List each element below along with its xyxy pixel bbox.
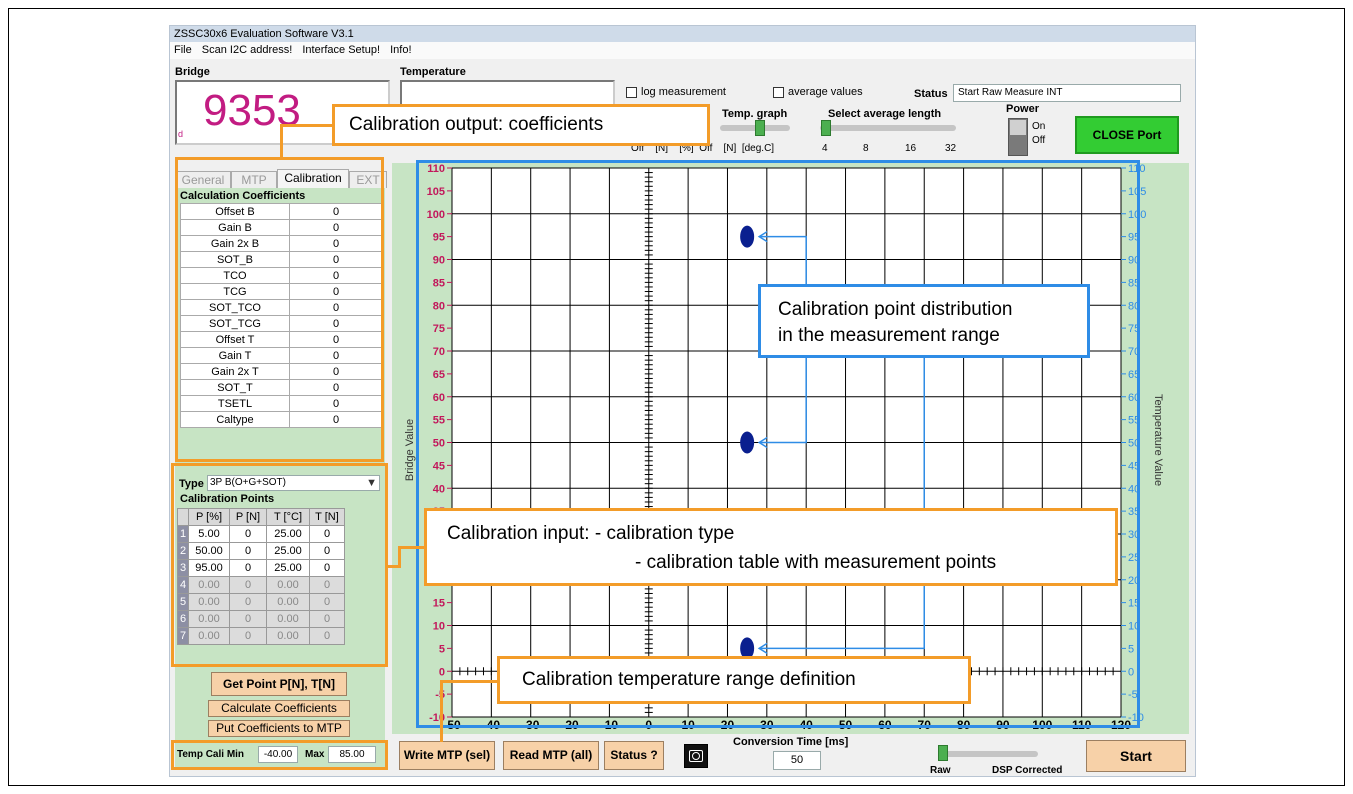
average-values-label: average values	[788, 86, 863, 98]
log-measurement-option[interactable]: log measurement	[626, 86, 726, 98]
callout-distribution-line2: in the measurement range	[778, 325, 1000, 346]
avg-tick-4: 4	[822, 143, 828, 154]
callout-temp-range: Calibration temperature range definition	[497, 656, 971, 704]
avg-tick-16: 16	[905, 143, 917, 154]
connector-temp-h	[440, 680, 500, 683]
avg-tick-32: 32	[945, 143, 957, 154]
connector-input-h2	[398, 546, 424, 549]
callout-input: Calibration input: - calibration type - …	[424, 508, 1118, 586]
camera-icon[interactable]	[684, 744, 708, 768]
average-values-option[interactable]: average values	[773, 86, 863, 98]
get-point-button[interactable]: Get Point P[N], T[N]	[211, 672, 347, 696]
tick-degc: [deg.C]	[741, 143, 775, 154]
calculate-coefficients-button[interactable]: Calculate Coefficients	[208, 700, 350, 717]
tick-n-2: [N]	[723, 143, 737, 154]
log-measurement-checkbox[interactable]	[626, 86, 637, 98]
temperature-label: Temperature	[400, 66, 466, 78]
output-dsp-label: DSP Corrected	[992, 765, 1063, 776]
power-switch[interactable]	[1008, 118, 1028, 156]
conversion-time-field[interactable]: 50	[773, 751, 821, 770]
read-mtp-button[interactable]: Read MTP (all)	[503, 741, 599, 770]
menu-interface-setup[interactable]: Interface Setup!	[302, 44, 380, 56]
connector-coeff-h	[280, 124, 332, 127]
callout-coefficients: Calibration output: coefficients	[332, 104, 710, 146]
window-title: ZSSC30x6 Evaluation Software V3.1	[170, 26, 1195, 42]
callout-input-line1: Calibration input: - calibration type	[447, 523, 735, 544]
menu-bar: File Scan I2C address! Interface Setup! …	[170, 42, 1195, 59]
connector-input-v	[398, 546, 401, 568]
callout-input-line2: - calibration table with measurement poi…	[635, 552, 997, 573]
power-switch-knob[interactable]	[1010, 120, 1026, 135]
output-mode-slider-thumb[interactable]	[938, 745, 948, 761]
power-label: Power	[1006, 103, 1040, 115]
avg-length-label: Select average length	[828, 108, 942, 120]
power-on-label: On	[1032, 121, 1046, 132]
log-measurement-label: log measurement	[641, 86, 726, 98]
status-query-button[interactable]: Status ?	[604, 741, 664, 770]
connector-coeff-v	[280, 124, 283, 158]
output-mode-slider[interactable]	[938, 751, 1038, 757]
chart-highlight	[416, 160, 1140, 728]
close-port-button[interactable]: CLOSE Port	[1075, 116, 1179, 154]
avg-length-slider-thumb[interactable]	[821, 120, 831, 136]
write-mtp-button[interactable]: Write MTP (sel)	[399, 741, 495, 770]
avg-tick-8: 8	[863, 143, 869, 154]
put-coefficients-button[interactable]: Put Coefficients to MTP	[208, 720, 350, 737]
menu-file[interactable]: File	[174, 44, 192, 56]
power-off-label: Off	[1032, 135, 1046, 146]
input-highlight	[171, 463, 388, 667]
bridge-value: 9353	[203, 86, 301, 135]
connector-temp-v	[440, 680, 443, 742]
bridge-unit-mark: d	[178, 129, 184, 139]
avg-length-slider[interactable]	[820, 125, 956, 131]
bridge-label: Bridge	[175, 66, 210, 78]
callout-distribution-line1: Calibration point distribution	[778, 299, 1013, 320]
status-field: Start Raw Measure INT	[953, 84, 1181, 102]
temp-graph-label: Temp. graph	[722, 108, 788, 120]
output-raw-label: Raw	[930, 765, 951, 776]
temp-range-highlight	[171, 740, 388, 770]
status-label: Status	[914, 88, 948, 100]
menu-scan-i2c[interactable]: Scan I2C address!	[202, 44, 293, 56]
coefficients-highlight	[175, 157, 384, 462]
menu-info[interactable]: Info!	[390, 44, 411, 56]
temp-graph-slider-thumb[interactable]	[755, 120, 765, 136]
average-values-checkbox[interactable]	[773, 86, 784, 98]
callout-distribution: Calibration point distribution in the me…	[758, 284, 1090, 358]
conversion-time-label: Conversion Time [ms]	[733, 736, 849, 748]
start-button[interactable]: Start	[1086, 740, 1186, 772]
camera-lens	[692, 752, 700, 760]
